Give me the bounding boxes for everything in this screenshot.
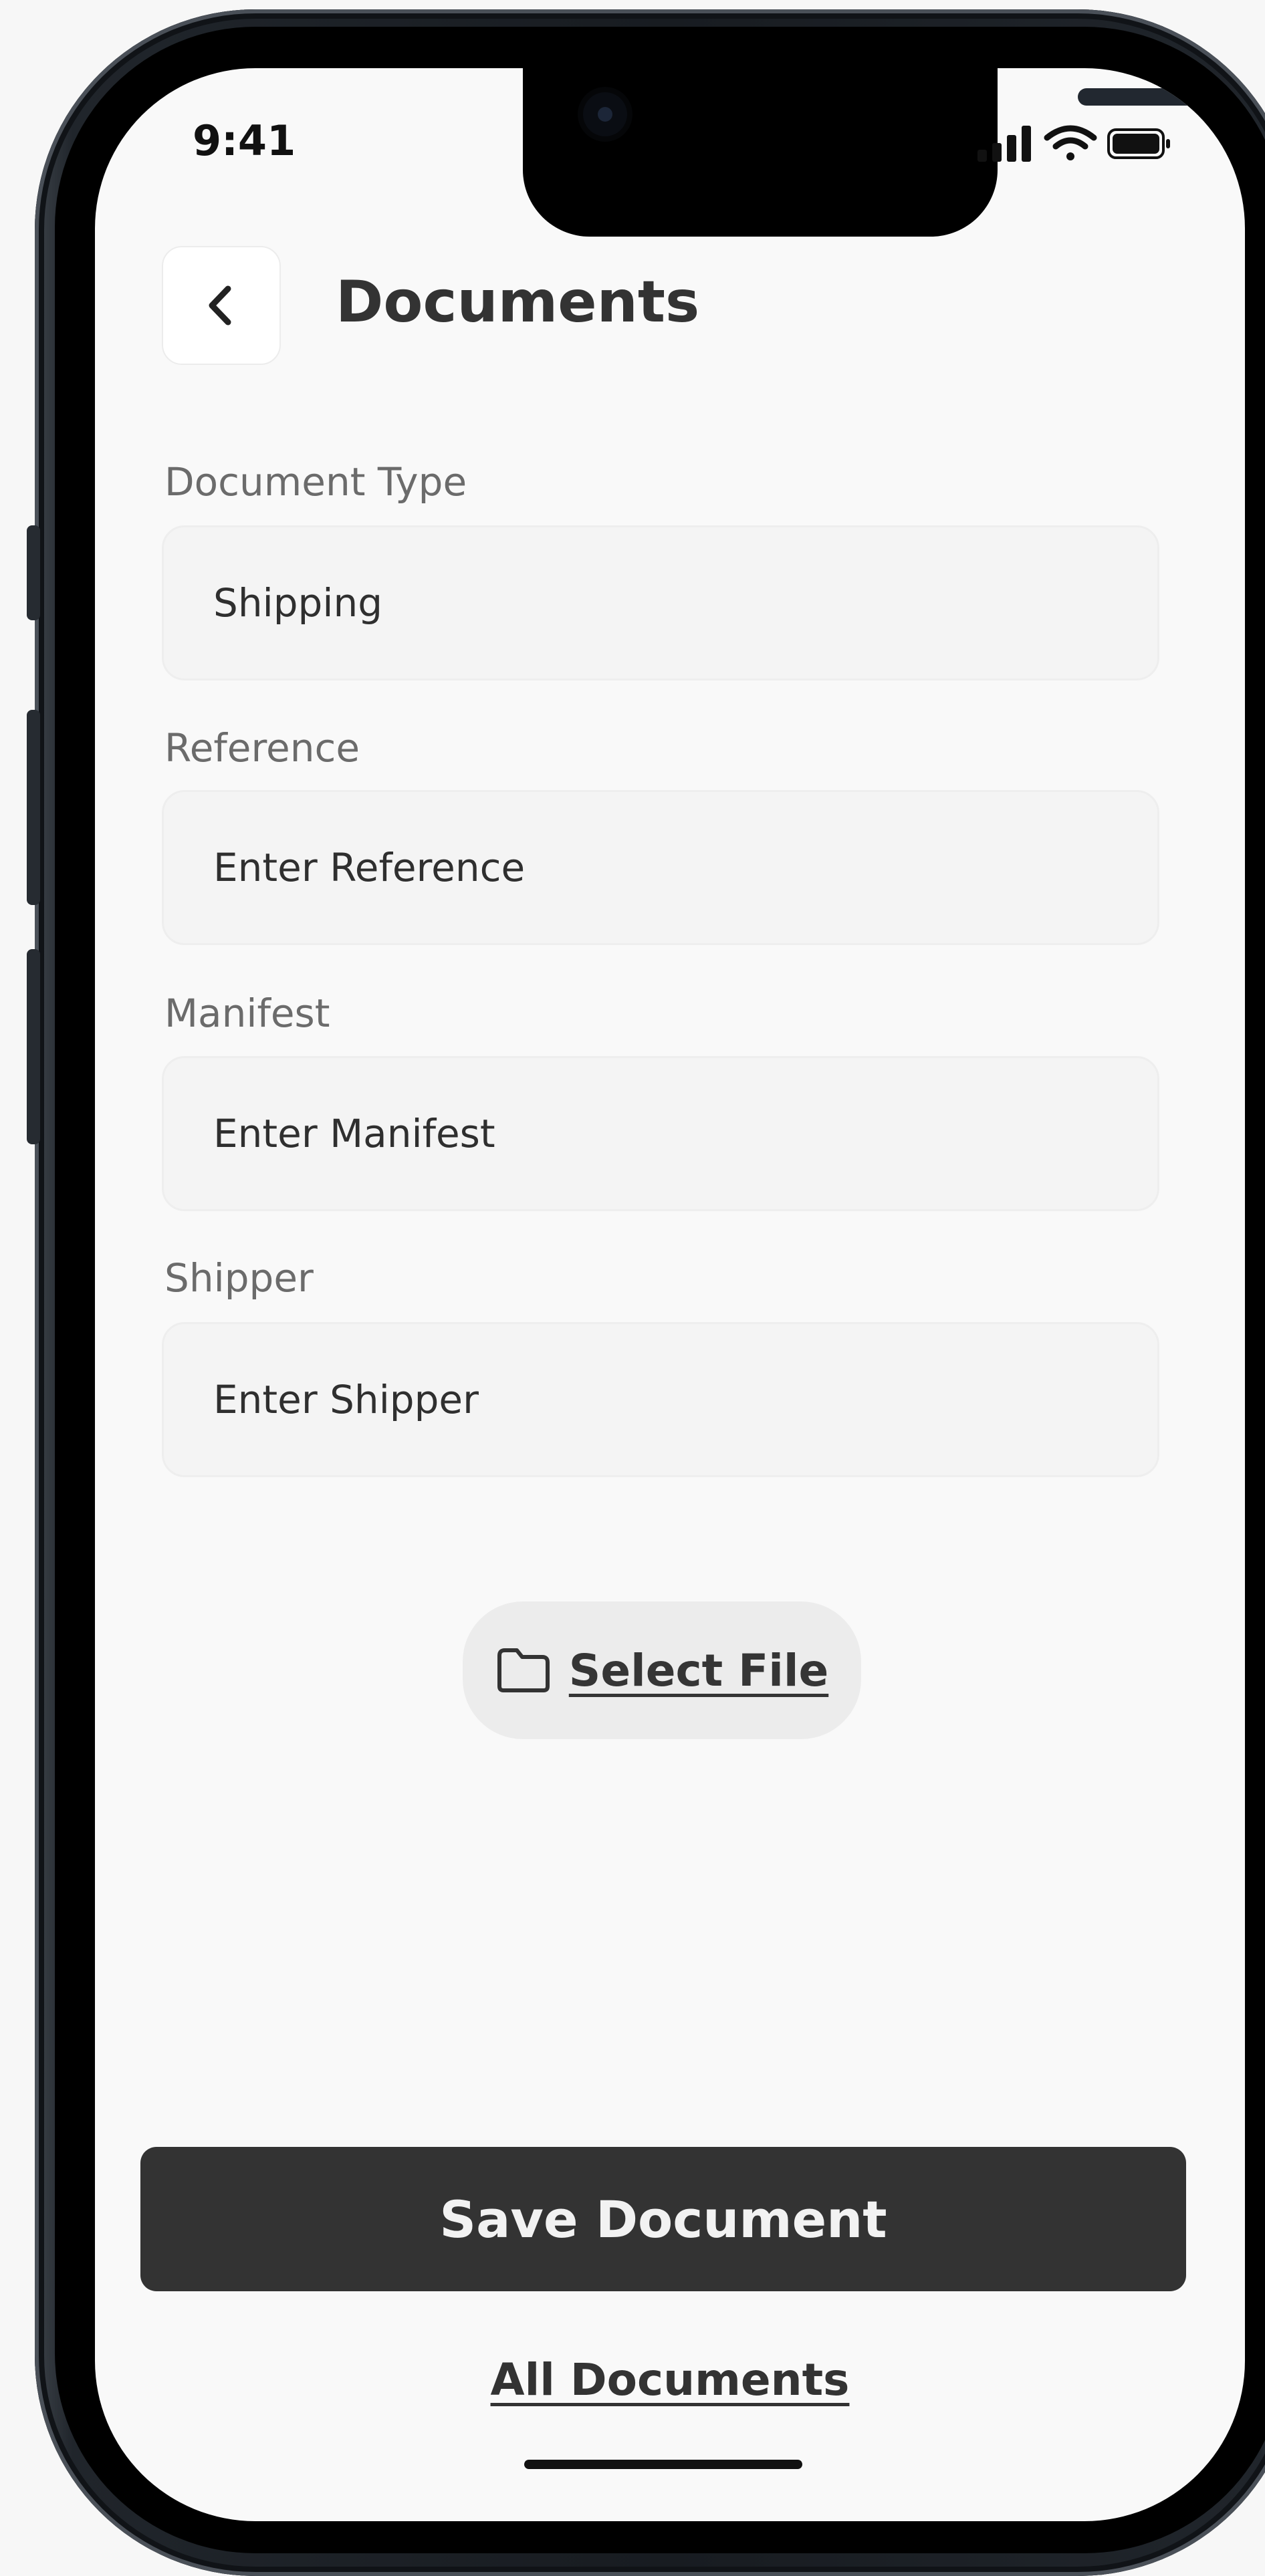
- notch: [523, 68, 1245, 237]
- front-camera: [583, 92, 627, 136]
- home-indicator: [524, 2460, 802, 2469]
- manifest-input[interactable]: [162, 1056, 1159, 1211]
- folder-icon: [497, 1648, 550, 1692]
- back-button[interactable]: [162, 246, 281, 365]
- save-document-button[interactable]: Save Document: [140, 2147, 1186, 2291]
- select-file-label: Select File: [568, 1644, 829, 1696]
- all-documents-link[interactable]: All Documents: [95, 2354, 1245, 2406]
- chevron-left-icon: [209, 285, 231, 326]
- volume-up-button: [27, 710, 40, 905]
- wifi-icon: [1044, 125, 1097, 160]
- document-type-label: Document Type: [164, 459, 467, 505]
- reference-label: Reference: [164, 725, 360, 771]
- battery-icon: [1107, 128, 1170, 159]
- page-title: Documents: [336, 269, 700, 336]
- mute-switch: [27, 525, 40, 620]
- shipper-label: Shipper: [164, 1255, 314, 1301]
- speaker-grille: [1078, 88, 1245, 106]
- select-file-button[interactable]: Select File: [463, 1601, 861, 1739]
- reference-input[interactable]: [162, 790, 1159, 945]
- status-icons: [978, 123, 1171, 163]
- volume-down-button: [27, 949, 40, 1144]
- cellular-signal-icon: [978, 126, 1031, 162]
- app-screen: 9:41 Documents Document Type Shipping Re…: [95, 68, 1245, 2521]
- shipper-input[interactable]: [162, 1322, 1159, 1477]
- status-time: 9:41: [193, 116, 296, 165]
- manifest-label: Manifest: [164, 991, 330, 1036]
- document-type-field[interactable]: [162, 525, 1159, 680]
